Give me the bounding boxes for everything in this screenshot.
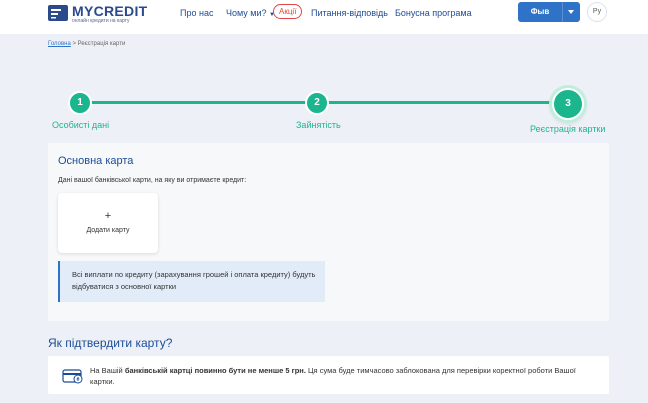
info-notice: Всі виплати по кредиту (зарахування грош…: [58, 261, 325, 302]
divider: [562, 2, 563, 22]
main-card-section: Основна карта Дані вашої банківської кар…: [48, 143, 609, 321]
breadcrumb-current: Реєстрація карти: [77, 41, 126, 47]
brand-name: MYCREDIT: [72, 3, 148, 19]
breadcrumb-separator: >: [72, 41, 76, 47]
verify-text: На Вашій банківській картці повинно бути…: [90, 365, 600, 387]
nav-faq[interactable]: Питання-відповідь: [311, 8, 388, 18]
user-name: Фыв: [530, 7, 550, 16]
breadcrumb: Головна > Реєстрація карти: [48, 41, 125, 47]
step-1-label: Особисті дані: [52, 120, 110, 130]
step-1-circle: 1: [68, 91, 92, 115]
add-card-button[interactable]: + Додати карту: [58, 193, 158, 253]
language-switch[interactable]: Ру: [587, 2, 607, 22]
chevron-down-icon[interactable]: [568, 10, 574, 14]
header: MYCREDIT онлайн кредити на карту Про нас…: [0, 0, 648, 34]
brand-tagline: онлайн кредити на карту: [72, 18, 130, 24]
verify-text-bold: банківській картці повинно бути не менше…: [124, 366, 306, 375]
nav-why-us[interactable]: Чому ми? ▼: [226, 8, 275, 18]
breadcrumb-home[interactable]: Головна: [48, 41, 71, 47]
nav-why-us-label: Чому ми?: [226, 8, 267, 18]
step-3-circle: 3: [552, 88, 584, 120]
verify-info-panel: ₴ На Вашій банківській картці повинно бу…: [48, 356, 609, 394]
nav-about[interactable]: Про нас: [180, 8, 213, 18]
svg-text:₴: ₴: [77, 377, 80, 383]
step-2-circle: 2: [305, 91, 329, 115]
plus-icon: +: [104, 210, 112, 222]
verify-text-prefix: На Вашій: [90, 366, 125, 375]
card-money-icon: ₴: [62, 369, 83, 384]
step-3-label: Реєстрація картки: [530, 124, 606, 134]
nav-bonus[interactable]: Бонусна програма: [395, 8, 472, 18]
nav-promo-badge[interactable]: Акції: [273, 4, 303, 19]
card-description: Дані вашої банківської карти, на яку ви …: [58, 177, 247, 184]
add-card-label: Додати карту: [86, 227, 130, 234]
user-menu-button[interactable]: Фыв: [518, 2, 580, 22]
verify-title: Як підтвердити карту?: [48, 336, 173, 350]
logo-icon: [48, 5, 68, 21]
info-text: Всі виплати по кредиту (зарахування грош…: [72, 270, 316, 291]
section-title: Основна карта: [58, 155, 134, 167]
step-2-label: Зайнятість: [296, 120, 341, 130]
